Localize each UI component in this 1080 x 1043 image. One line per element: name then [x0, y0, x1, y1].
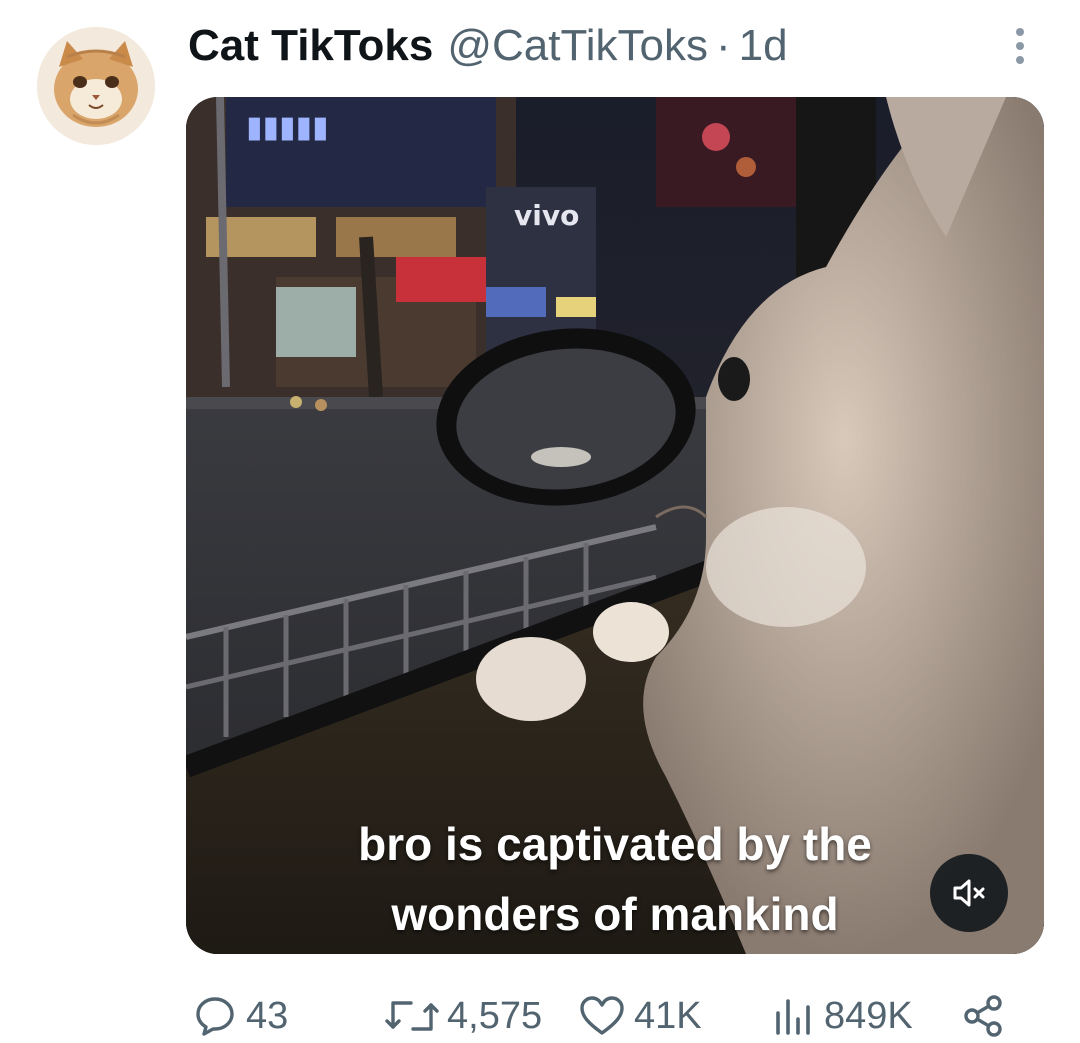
user-handle[interactable]: @CatTikToks [447, 18, 708, 74]
avatar[interactable] [37, 27, 155, 145]
bar-chart-icon [776, 999, 810, 1035]
tweet-actions: 43 4,575 41K 849K [0, 986, 1080, 1043]
cat-avatar-image [37, 27, 155, 145]
timestamp[interactable]: 1d [739, 18, 788, 74]
more-dot [1016, 56, 1024, 64]
retweet-count: 4,575 [447, 994, 543, 1037]
speech-bubble-icon [196, 997, 234, 1036]
retweet-button[interactable]: 4,575 [385, 986, 542, 1043]
caption-line: wonders of mankind [391, 888, 839, 940]
tweet-header: Cat TikToks @CatTikToks · 1d [188, 18, 788, 74]
like-button[interactable]: 41K [578, 986, 702, 1043]
more-dots-icon[interactable] [1002, 24, 1038, 68]
more-dot [1016, 42, 1024, 50]
speaker-muted-icon [953, 879, 985, 907]
views-count: 849K [824, 994, 913, 1037]
tweet: Cat TikToks @CatTikToks · 1d ▮▮▮▮▮ vivo … [0, 0, 1080, 1043]
heart-icon [580, 996, 624, 1035]
svg-text:▮▮▮▮▮: ▮▮▮▮▮ [246, 110, 329, 145]
display-name[interactable]: Cat TikToks [188, 18, 433, 74]
retweet-arrows-icon [385, 1001, 439, 1031]
caption-line: bro is captivated by the [358, 818, 872, 870]
mute-button[interactable] [930, 854, 1008, 932]
video-caption: bro is captivated by the wonders of mank… [186, 809, 1044, 949]
share-nodes-icon [964, 995, 1002, 1037]
separator-dot: · [715, 21, 731, 70]
sign-text: vivo [514, 199, 579, 232]
share-button[interactable] [960, 986, 1006, 1043]
views-button[interactable]: 849K [770, 986, 913, 1043]
video-player[interactable]: ▮▮▮▮▮ vivo bro is captivated by the wond… [186, 97, 1044, 954]
like-count: 41K [634, 994, 702, 1037]
reply-button[interactable]: 43 [192, 986, 288, 1043]
reply-count: 43 [246, 994, 289, 1037]
more-dot [1016, 28, 1024, 36]
